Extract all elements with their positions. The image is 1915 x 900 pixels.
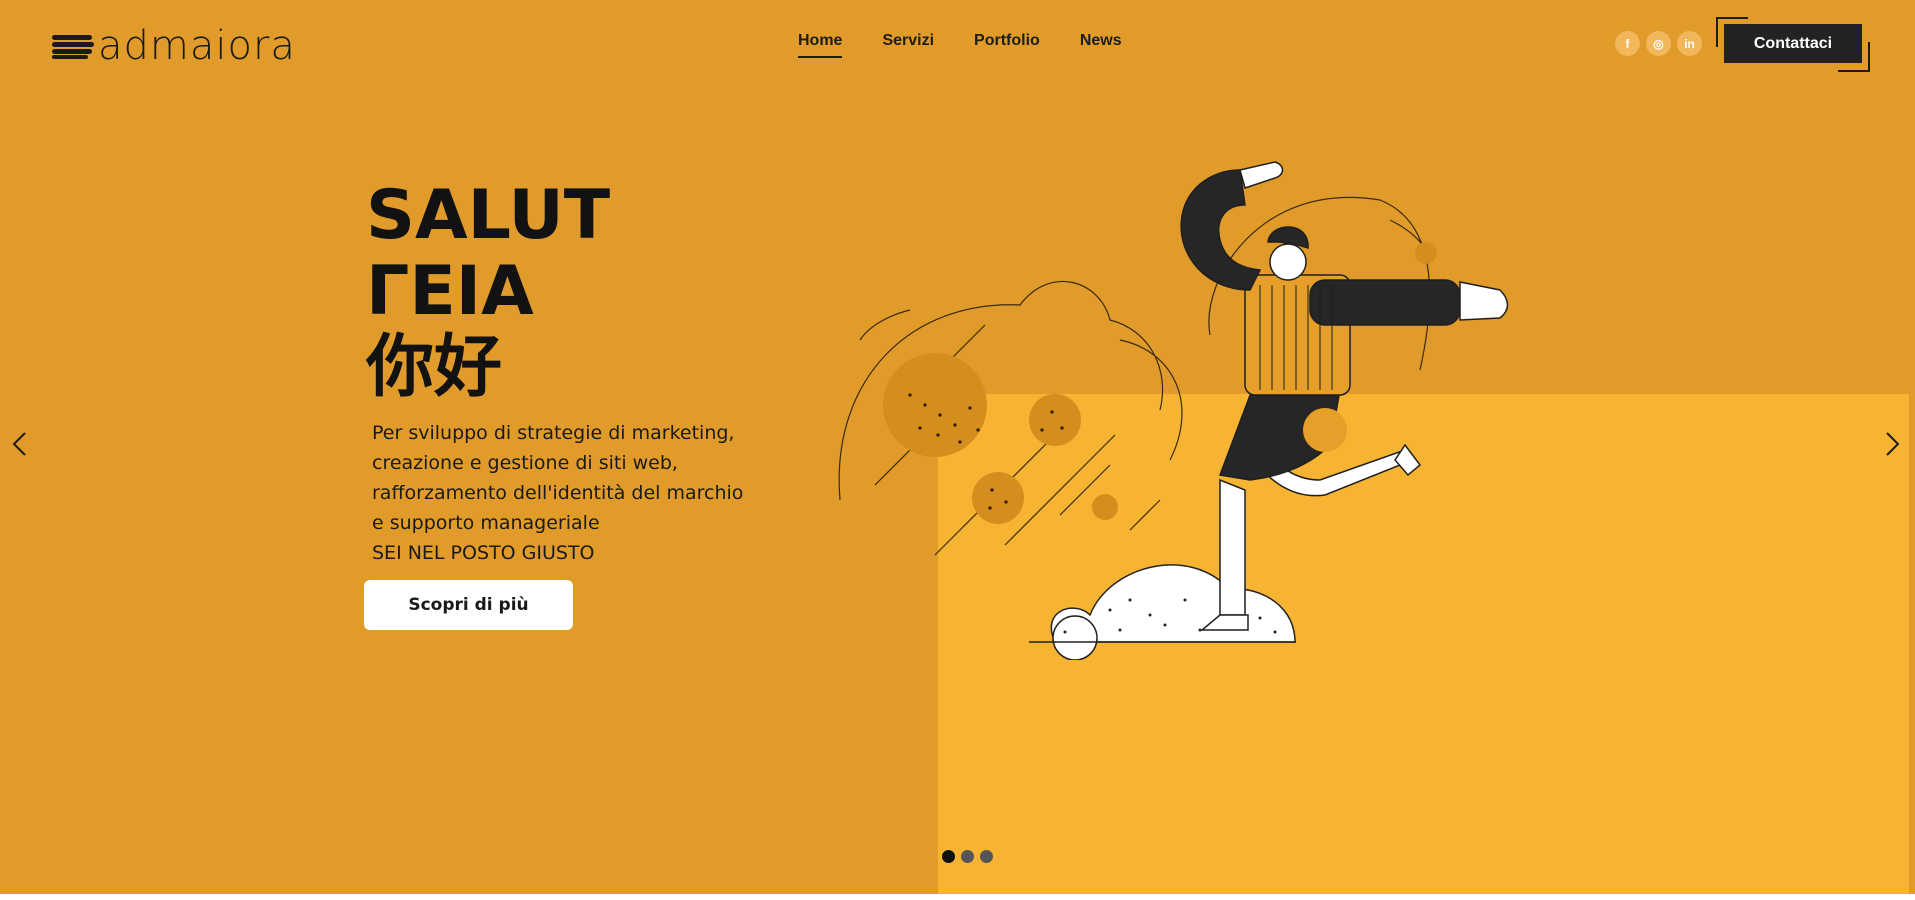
hero-description: Per sviluppo di strategie di marketing, … [372, 418, 743, 568]
greeting-chinese: 你好 [366, 328, 503, 407]
main-nav: Home Servizi Portfolio News [798, 32, 1162, 58]
description-line: Per sviluppo di strategie di marketing, [372, 422, 735, 444]
slider-dot[interactable] [942, 850, 955, 863]
chevron-left-icon[interactable] [10, 430, 30, 458]
section-divider [0, 894, 1915, 900]
description-line: rafforzamento dell'identità del marchio [372, 482, 744, 504]
slider-pagination [942, 850, 993, 863]
contact-button[interactable]: Contattaci [1724, 24, 1862, 63]
linkedin-icon[interactable]: in [1677, 31, 1702, 56]
brand-logo[interactable]: admaiora [52, 26, 296, 66]
slider-dot[interactable] [980, 850, 993, 863]
hero-greetings: SALUT ΓΕΙΑ 你好 [366, 178, 610, 406]
brand-name: admaiora [98, 23, 296, 69]
greeting-greek: ΓΕΙΑ [366, 252, 534, 331]
discover-more-button[interactable]: Scopri di più [364, 580, 573, 630]
facebook-icon[interactable]: f [1615, 31, 1640, 56]
chevron-right-icon[interactable] [1882, 430, 1902, 458]
social-links: f ◎ in [1615, 31, 1702, 56]
description-line: e supporto manageriale [372, 512, 600, 534]
description-line: creazione e gestione di siti web, [372, 452, 678, 474]
greeting-french: SALUT [366, 176, 611, 255]
contact-button-wrapper: Contattaci [1716, 17, 1870, 72]
nav-portfolio[interactable]: Portfolio [974, 32, 1040, 58]
slider-dot[interactable] [961, 850, 974, 863]
hero-illustration [838, 161, 1509, 660]
nav-servizi[interactable]: Servizi [882, 32, 934, 58]
description-line: SEI NEL POSTO GIUSTO [372, 542, 595, 564]
instagram-icon[interactable]: ◎ [1646, 31, 1671, 56]
nav-news[interactable]: News [1080, 32, 1122, 58]
nav-home[interactable]: Home [798, 32, 843, 58]
logo-mark-icon [52, 33, 94, 59]
